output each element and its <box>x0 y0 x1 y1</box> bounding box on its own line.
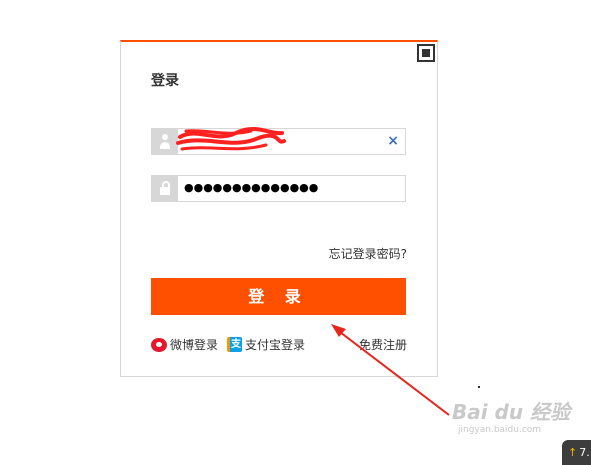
corner-badge-text: 7. <box>579 446 590 459</box>
watermark-subtext: jingyan.baidu.com <box>458 425 542 435</box>
stray-dot <box>478 386 480 388</box>
corner-badge[interactable]: ↑ 7. <box>562 440 591 465</box>
up-arrow-icon: ↑ <box>568 446 578 459</box>
watermark-text: Bai du 经验 <box>452 400 571 424</box>
